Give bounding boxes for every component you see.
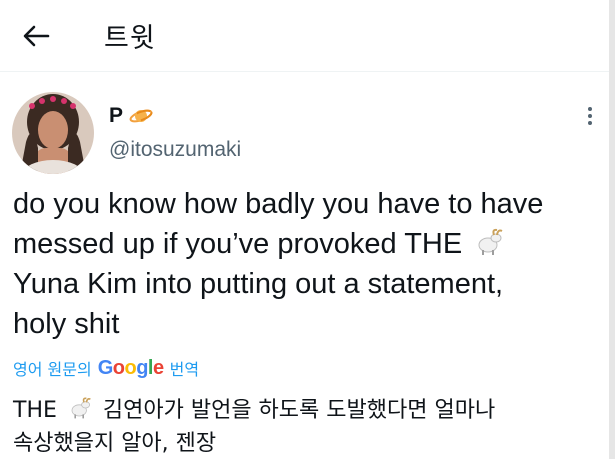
scrollbar-track — [609, 0, 615, 459]
avatar[interactable] — [12, 92, 94, 174]
user-handle[interactable]: @itosuzumaki — [109, 138, 241, 162]
translated-text: THE 김연아가 발언을 하도록 도발했다면 얼마나 속상했을지 알아, 젠장 — [13, 394, 598, 460]
translated-line: THE 김연아가 발언을 하도록 도발했다면 얼마나 — [13, 397, 496, 423]
tweet-text-line: messed up if you’ve provoked THE — [13, 224, 598, 264]
top-bar: 트윗 — [0, 0, 615, 72]
more-vertical-icon — [588, 107, 592, 125]
tweet-text: do you know how badly you have to have m… — [13, 184, 598, 344]
goat-emoji-icon — [71, 397, 91, 419]
google-logo: Google — [97, 356, 164, 379]
arrow-left-icon — [23, 25, 50, 47]
translation-suffix: 번역 — [169, 360, 200, 379]
tweet-text-line: holy shit — [13, 308, 120, 340]
translation-prefix: 영어 원문의 — [13, 360, 92, 379]
more-options-button[interactable] — [580, 102, 600, 130]
display-name-text: P — [109, 104, 124, 127]
display-name[interactable]: P — [109, 104, 153, 128]
translated-line: 속상했을지 알아, 젠장 — [13, 431, 217, 456]
goat-emoji-icon — [478, 228, 503, 255]
translation-attribution[interactable]: 영어 원문의 Google 번역 — [13, 356, 199, 380]
tweet-text-line: do you know how badly you have to have — [13, 188, 544, 220]
page-title: 트윗 — [104, 23, 156, 54]
back-button[interactable] — [20, 20, 52, 52]
tweet-text-line: Yuna Kim into putting out a statement, — [13, 268, 504, 300]
tweet: P @itosuzumaki do you know how badly you… — [0, 72, 609, 459]
planet-emoji-icon — [129, 109, 153, 123]
